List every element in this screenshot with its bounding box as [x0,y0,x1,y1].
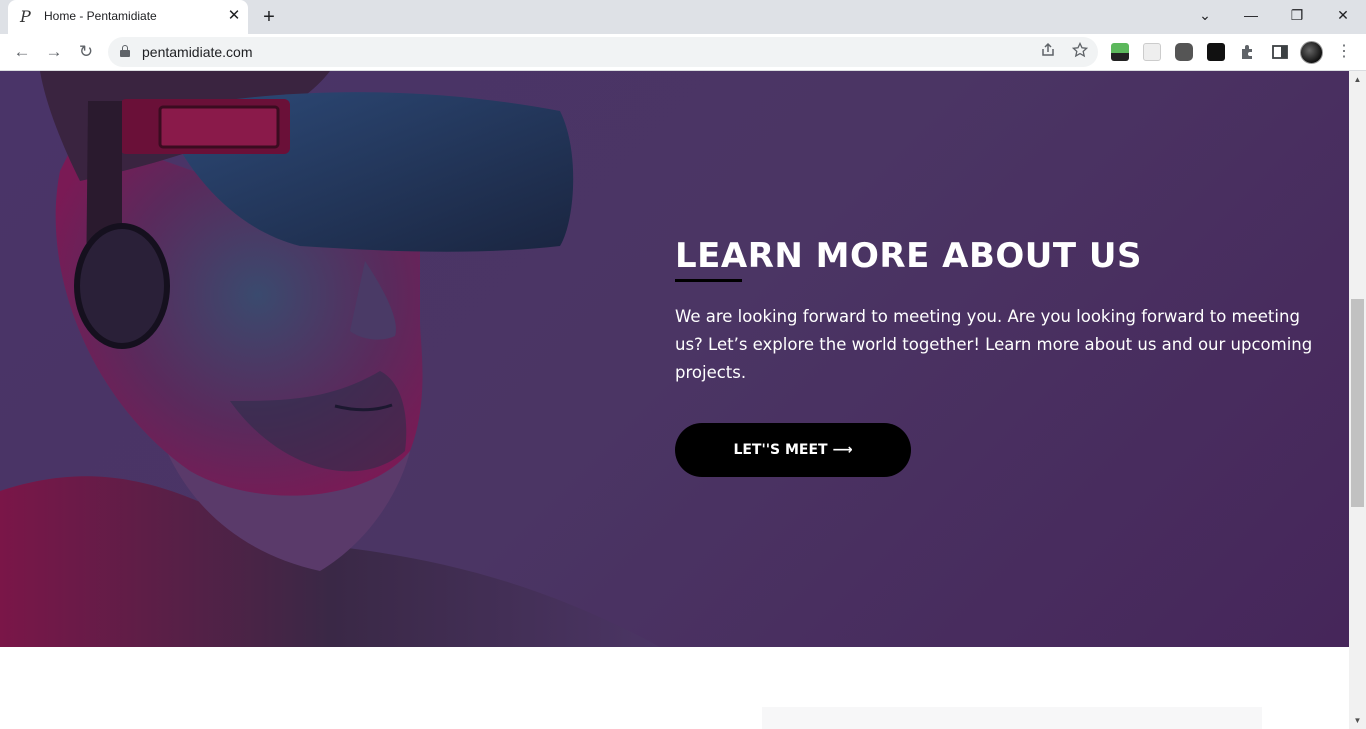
next-section-card [762,707,1262,729]
minimize-button[interactable]: — [1238,4,1264,26]
scroll-down-arrow-icon[interactable]: ▼ [1349,712,1366,729]
scroll-up-arrow-icon[interactable]: ▲ [1349,71,1366,88]
title-divider [675,279,742,282]
page-viewport: LEARN MORE ABOUT US We are looking forwa… [0,71,1349,729]
close-window-button[interactable]: ✕ [1330,4,1356,26]
a-extension-icon[interactable] [1207,43,1225,61]
about-hero-section: LEARN MORE ABOUT US We are looking forwa… [0,71,1349,647]
share-icon[interactable] [1038,42,1058,62]
section-description: We are looking forward to meeting you. A… [675,307,1313,382]
vr-headset-man-image [0,71,660,647]
puzzle-icon[interactable] [1239,43,1257,61]
browser-tab[interactable]: P Home - Pentamidiate ✕ [8,0,248,34]
section-title: LEARN MORE ABOUT US [675,235,1143,276]
tab-search-icon[interactable]: ⌄ [1192,4,1218,26]
tab-bar: P Home - Pentamidiate ✕ + ⌄ — ❐ ✕ [0,0,1366,34]
page-scrollbar[interactable]: ▲ ▼ [1349,71,1366,729]
tab-title: Home - Pentamidiate [44,9,157,23]
restore-button[interactable]: ❐ [1284,4,1310,26]
close-tab-icon[interactable]: ✕ [226,8,242,24]
scrollbar-thumb[interactable] [1351,299,1364,507]
reload-button[interactable]: ↻ [74,41,98,63]
bookmark-star-icon[interactable] [1070,41,1090,62]
browser-toolbar: ← → ↻ pentamidiate.com ⋮ [0,34,1366,71]
back-button[interactable]: ← [10,41,34,63]
url-text[interactable]: pentamidiate.com [142,44,253,60]
lets-meet-button[interactable]: LET''S MEET ⟶ [675,423,911,477]
site-favicon-icon: P [20,7,31,26]
camera-extension-icon[interactable] [1175,43,1193,61]
html-extension-icon[interactable] [1111,43,1129,61]
profile-avatar[interactable] [1300,41,1323,64]
lock-icon[interactable] [120,45,130,57]
sidepanel-icon[interactable] [1271,43,1289,61]
blank-extension-icon[interactable] [1143,43,1161,61]
forward-button[interactable]: → [42,41,66,63]
address-bar[interactable]: pentamidiate.com [108,37,1098,67]
new-tab-button[interactable]: + [258,6,280,28]
more-menu-icon[interactable]: ⋮ [1336,41,1352,63]
